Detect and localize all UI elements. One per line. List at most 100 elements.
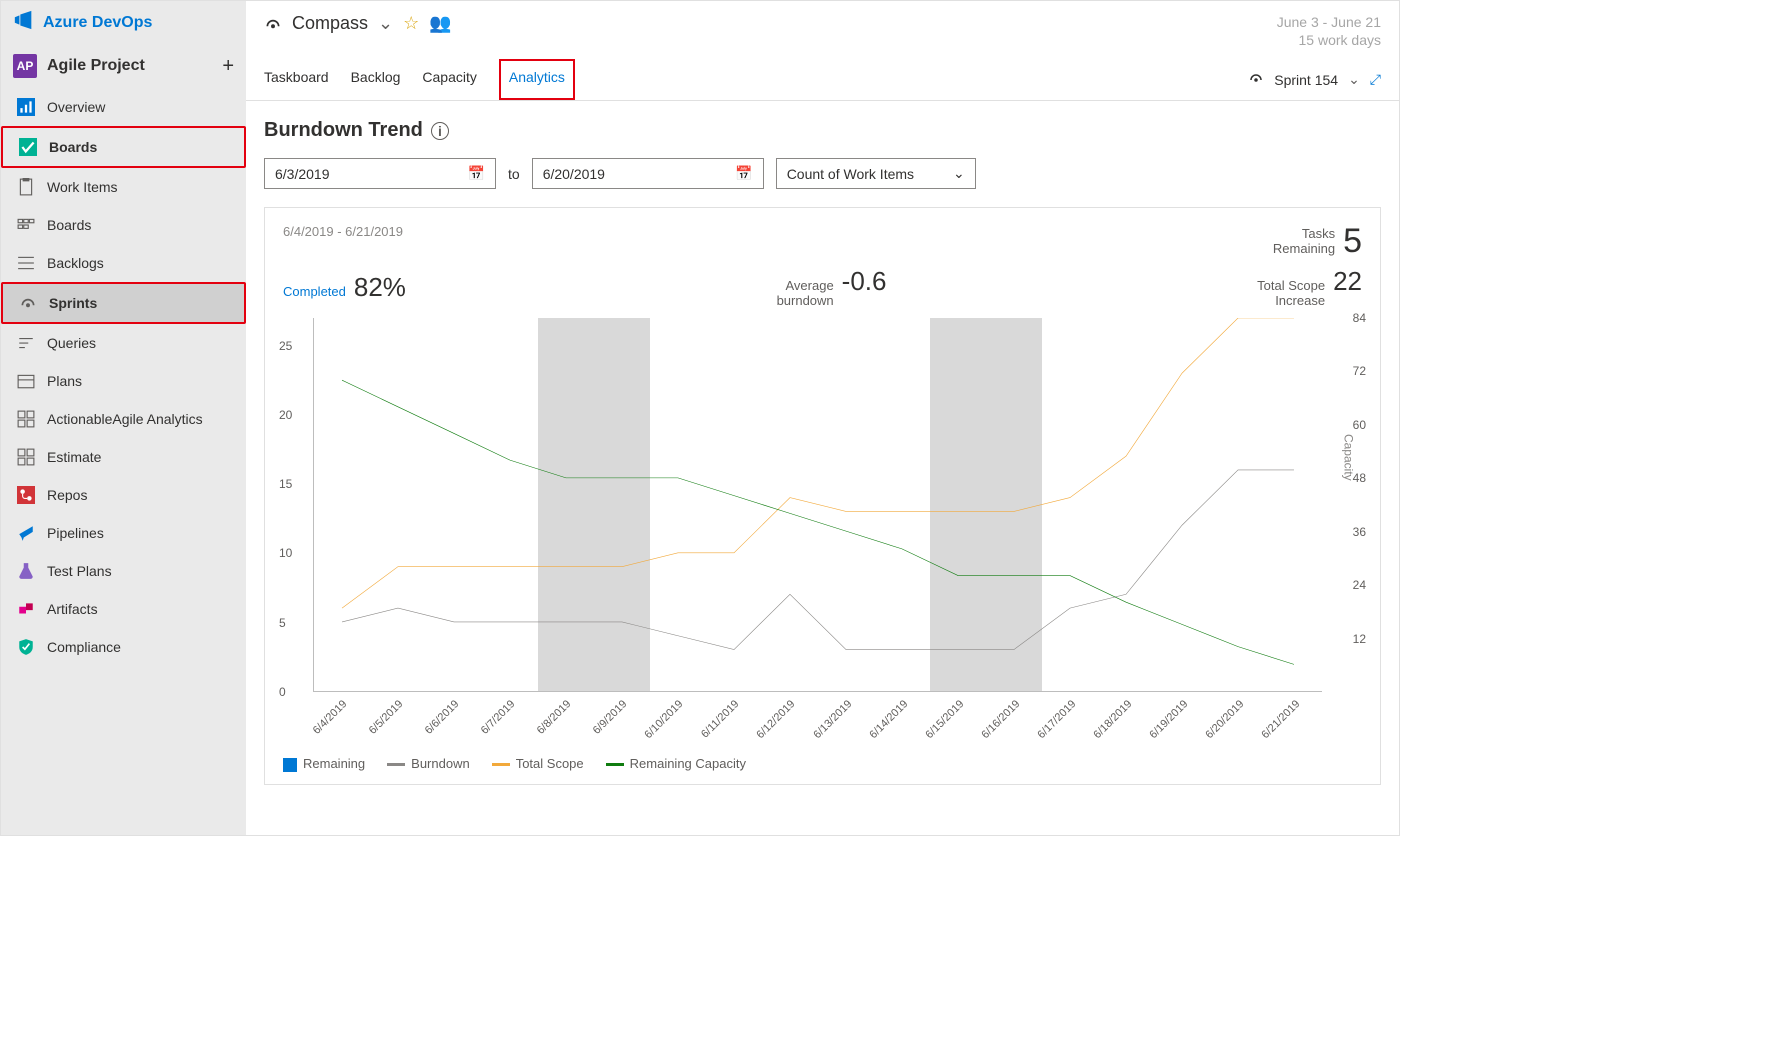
shield-icon xyxy=(17,638,35,656)
sidebar-label: ActionableAgile Analytics xyxy=(47,411,203,427)
scope-value: 22 xyxy=(1333,266,1362,297)
x-tick: 6/18/2019 xyxy=(1091,698,1134,741)
y2-tick: 60 xyxy=(1353,418,1366,432)
x-tick: 6/12/2019 xyxy=(755,698,798,741)
tab-capacity[interactable]: Capacity xyxy=(422,59,476,100)
tab-backlog[interactable]: Backlog xyxy=(351,59,401,100)
fullscreen-icon[interactable]: ⤢ xyxy=(1370,71,1381,88)
sprint-dates: June 3 - June 21 15 work days xyxy=(1277,13,1381,49)
sidebar-label: Estimate xyxy=(47,449,101,465)
x-tick: 6/11/2019 xyxy=(699,698,742,741)
tasks-label: Tasks xyxy=(1273,226,1335,241)
topbar: Compass ⌄ ☆ 👥 June 3 - June 21 15 work d… xyxy=(246,1,1399,49)
sidebar-item-backlogs[interactable]: Backlogs xyxy=(1,244,246,282)
y-tick: 15 xyxy=(279,477,292,491)
x-tick: 6/15/2019 xyxy=(923,698,966,741)
avg-burndown-metric: Averageburndown -0.6 xyxy=(777,266,887,308)
sidebar-label: Artifacts xyxy=(47,601,98,617)
sidebar-item-repos[interactable]: Repos xyxy=(1,476,246,514)
page-title-label: Burndown Trend xyxy=(264,119,423,142)
sidebar-label: Boards xyxy=(49,139,97,155)
team-icon[interactable]: 👥 xyxy=(429,13,451,34)
grid-icon xyxy=(17,448,35,466)
sprint-icon xyxy=(1248,70,1264,89)
sidebar-item-overview[interactable]: Overview xyxy=(1,88,246,126)
x-tick: 6/14/2019 xyxy=(867,698,910,741)
sidebar-item-compliance[interactable]: Compliance xyxy=(1,628,246,666)
sidebar-item-pipelines[interactable]: Pipelines xyxy=(1,514,246,552)
burndown-card: 6/4/2019 - 6/21/2019 Tasks Remaining 5 C… xyxy=(264,207,1381,784)
x-tick: 6/20/2019 xyxy=(1203,698,1246,741)
start-date-input[interactable]: 6/3/2019 📅 xyxy=(264,158,496,189)
chevron-down-icon[interactable]: ⌄ xyxy=(1348,71,1360,88)
sidebar-item-aa[interactable]: ActionableAgile Analytics xyxy=(1,400,246,438)
x-tick: 6/7/2019 xyxy=(479,698,518,737)
sidebar-item-plans[interactable]: Plans xyxy=(1,362,246,400)
y2-tick: 48 xyxy=(1353,471,1366,485)
calendar-icon: 📅 xyxy=(468,165,485,182)
sprint-icon xyxy=(19,294,37,312)
pipelines-icon xyxy=(17,524,35,542)
burndown-chart: Capacity 6/4/20196/5/20196/6/20196/7/201… xyxy=(283,318,1362,748)
sidebar: Azure DevOps AP Agile Project + Overview… xyxy=(1,1,246,835)
breadcrumb[interactable]: Compass ⌄ ☆ 👥 xyxy=(264,13,452,34)
avg-label2: burndown xyxy=(777,293,834,308)
sidebar-label: Work Items xyxy=(47,179,118,195)
info-icon[interactable]: i xyxy=(431,122,449,140)
chart-legend: Remaining Burndown Total Scope Remaining… xyxy=(283,748,1362,772)
sprint-selector-label[interactable]: Sprint 154 xyxy=(1274,72,1338,88)
sidebar-item-workitems[interactable]: Work Items xyxy=(1,168,246,206)
brand-header[interactable]: Azure DevOps xyxy=(1,1,246,44)
main: Compass ⌄ ☆ 👥 June 3 - June 21 15 work d… xyxy=(246,1,1399,835)
flask-icon xyxy=(17,562,35,580)
scope-label2: Increase xyxy=(1275,293,1325,308)
add-project-button[interactable]: + xyxy=(222,55,234,78)
project-name: Agile Project xyxy=(47,57,145,75)
avg-value: -0.6 xyxy=(842,266,887,297)
y2-tick: 24 xyxy=(1353,578,1366,592)
sidebar-item-sprints[interactable]: Sprints xyxy=(1,282,246,324)
sidebar-item-testplans[interactable]: Test Plans xyxy=(1,552,246,590)
x-tick: 6/17/2019 xyxy=(1035,698,1078,741)
sidebar-label: Backlogs xyxy=(47,255,104,271)
chevron-down-icon: ⌄ xyxy=(953,165,965,182)
x-tick: 6/21/2019 xyxy=(1259,698,1302,741)
y-tick: 25 xyxy=(279,339,292,353)
filter-row: 6/3/2019 📅 to 6/20/2019 📅 Count of Work … xyxy=(264,158,1381,189)
y-tick: 5 xyxy=(279,616,286,630)
artifacts-icon xyxy=(17,600,35,618)
sidebar-item-boards[interactable]: Boards xyxy=(1,126,246,168)
sidebar-label: Test Plans xyxy=(47,563,112,579)
star-icon[interactable]: ☆ xyxy=(403,13,419,34)
x-tick: 6/10/2019 xyxy=(643,698,686,741)
tab-analytics[interactable]: Analytics xyxy=(499,59,575,100)
sidebar-label: Boards xyxy=(47,217,91,233)
date-range-label: June 3 - June 21 xyxy=(1277,13,1381,31)
legend-remaining: Remaining xyxy=(283,756,365,772)
overview-icon xyxy=(17,98,35,116)
sidebar-item-artifacts[interactable]: Artifacts xyxy=(1,590,246,628)
y2-tick: 12 xyxy=(1353,632,1366,646)
sidebar-item-estimate[interactable]: Estimate xyxy=(1,438,246,476)
end-date-input[interactable]: 6/20/2019 📅 xyxy=(532,158,764,189)
y2-tick: 72 xyxy=(1353,364,1366,378)
sidebar-item-boards-sub[interactable]: Boards xyxy=(1,206,246,244)
azure-devops-icon xyxy=(13,9,35,36)
x-tick: 6/13/2019 xyxy=(811,698,854,741)
x-tick: 6/6/2019 xyxy=(423,698,462,737)
completed-value: 82% xyxy=(354,272,406,303)
brand-label: Azure DevOps xyxy=(43,14,152,32)
chevron-down-icon[interactable]: ⌄ xyxy=(378,13,393,34)
count-select-value: Count of Work Items xyxy=(787,166,914,182)
sidebar-item-queries[interactable]: Queries xyxy=(1,324,246,362)
sidebar-label: Queries xyxy=(47,335,96,351)
count-select[interactable]: Count of Work Items ⌄ xyxy=(776,158,976,189)
page-body: Burndown Trend i 6/3/2019 📅 to 6/20/2019… xyxy=(246,101,1399,835)
boards-icon xyxy=(19,138,37,156)
tab-taskboard[interactable]: Taskboard xyxy=(264,59,329,100)
sidebar-label: Pipelines xyxy=(47,525,104,541)
sidebar-label: Compliance xyxy=(47,639,121,655)
work-days-label: 15 work days xyxy=(1277,31,1381,49)
x-tick: 6/19/2019 xyxy=(1147,698,1190,741)
clipboard-icon xyxy=(17,178,35,196)
